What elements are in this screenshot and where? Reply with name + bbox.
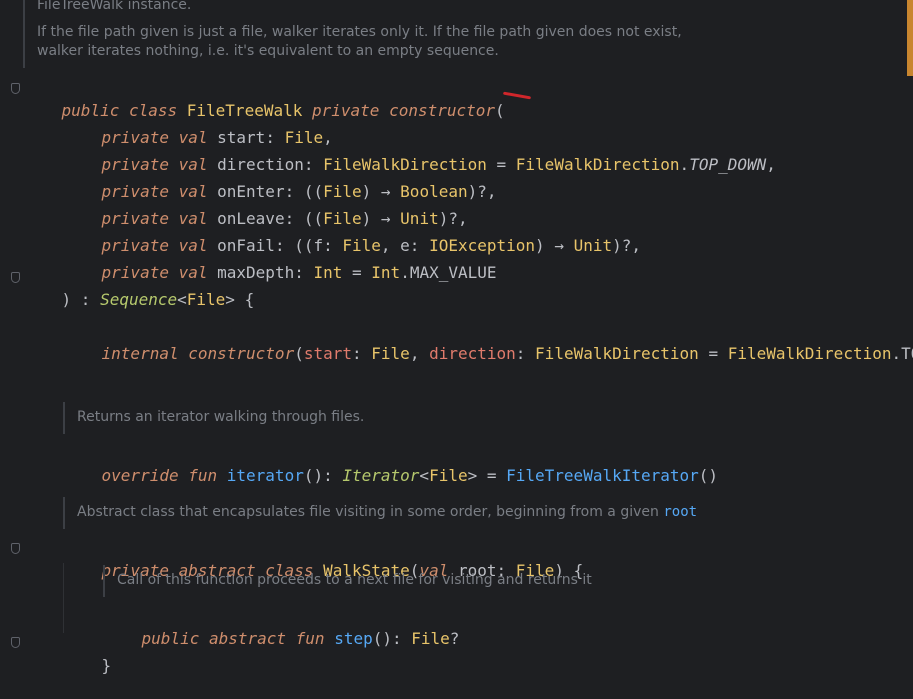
fold-icon[interactable]: [11, 83, 20, 94]
punctuation: > =: [467, 466, 507, 485]
punctuation: ():: [372, 629, 412, 648]
punctuation: ) :: [61, 290, 101, 309]
type-name[interactable]: File: [371, 344, 410, 363]
doc-comment-bar: [63, 402, 65, 434]
type-name[interactable]: File: [187, 290, 226, 309]
keyword: constructor: [188, 344, 295, 363]
scrollbar-marker[interactable]: [907, 0, 913, 76]
code-line[interactable]: private val direction: FileWalkDirection…: [63, 132, 776, 174]
punctuation: ?: [449, 629, 460, 648]
code-line[interactable]: }: [63, 633, 112, 675]
punctuation: ,: [409, 344, 430, 363]
closing-brace: }: [101, 656, 112, 675]
red-annotation-mark: [502, 91, 532, 100]
code-line[interactable]: private abstract class WalkState(val roo…: [63, 538, 584, 580]
keyword: override fun: [101, 466, 218, 485]
punctuation: )?,: [467, 182, 497, 201]
function-name[interactable]: iterator: [227, 466, 304, 485]
code-line[interactable]: private val start: File,: [63, 105, 333, 147]
doc-code-reference[interactable]: root: [663, 504, 697, 520]
punctuation: :: [294, 263, 314, 282]
keyword: private constructor: [312, 101, 496, 120]
fold-icon[interactable]: [11, 543, 20, 554]
punctuation: =: [342, 263, 372, 282]
punctuation: (: [294, 344, 304, 363]
type-name[interactable]: Int: [371, 263, 400, 282]
function-name[interactable]: step: [334, 629, 373, 648]
type-name[interactable]: FileWalkDirection: [728, 344, 892, 363]
punctuation: <: [177, 290, 187, 309]
doc-comment: Abstract class that encapsulates file vi…: [77, 504, 698, 520]
type-name[interactable]: Unit: [574, 236, 613, 255]
constant: .MAX_VALUE: [400, 263, 497, 282]
doc-comment: Call of this function proceeds to a next…: [117, 572, 592, 588]
punctuation: ,: [766, 155, 776, 174]
code-line[interactable]: private val onLeave: ((File) → Unit)?,: [63, 186, 468, 228]
fold-icon[interactable]: [11, 637, 20, 648]
code-line[interactable]: private val onEnter: ((File) → Boolean)?…: [63, 159, 497, 201]
interface-name[interactable]: Iterator: [342, 466, 419, 485]
punctuation: :: [352, 344, 372, 363]
doc-comment-bar: [103, 565, 105, 597]
punctuation: (: [495, 101, 505, 120]
punctuation: .TO: [891, 344, 913, 363]
punctuation: ():: [303, 466, 343, 485]
code-line[interactable]: private val onFail: ((f: File, e: IOExce…: [63, 213, 641, 255]
doc-comment-bar: [63, 497, 65, 529]
function-call[interactable]: FileTreeWalkIterator: [506, 466, 699, 485]
doc-comment: Returns an iterator walking through file…: [77, 409, 365, 425]
code-line[interactable]: ) : Sequence<File> {: [23, 267, 255, 309]
code-line[interactable]: public class FileTreeWalk private constr…: [23, 78, 505, 120]
fold-icon[interactable]: [11, 272, 20, 283]
doc-comment-title: FileTreeWalk instance.: [37, 0, 192, 13]
punctuation: =: [698, 344, 728, 363]
punctuation: ) →: [535, 236, 574, 255]
punctuation: )?,: [612, 236, 642, 255]
code-line[interactable]: override fun iterator(): Iterator<File> …: [63, 443, 719, 485]
keyword: internal: [101, 344, 179, 363]
type-name[interactable]: File: [411, 629, 450, 648]
doc-comment-line: If the file path given is just a file, w…: [37, 24, 682, 40]
type-name[interactable]: File: [429, 466, 468, 485]
code-line[interactable]: public abstract fun step(): File?: [103, 606, 460, 648]
interface-name[interactable]: Sequence: [100, 290, 177, 309]
code-editor[interactable]: FileTreeWalk instance. If the file path …: [0, 0, 913, 675]
doc-comment-bar: [23, 0, 25, 68]
code-line[interactable]: private val maxDepth: Int = Int.MAX_VALU…: [63, 240, 497, 282]
doc-comment-line: walker iterates nothing, i.e. it's equiv…: [37, 43, 499, 59]
code-line[interactable]: internal constructor(start: File, direct…: [63, 321, 913, 363]
parameter: start: [303, 344, 353, 363]
punctuation: <: [419, 466, 430, 485]
keyword: public abstract fun: [141, 629, 325, 648]
punctuation: > {: [225, 290, 255, 309]
enum-constant[interactable]: TOP_DOWN: [689, 155, 766, 174]
punctuation: :: [515, 344, 536, 363]
type-name[interactable]: FileWalkDirection: [516, 155, 680, 174]
punctuation: .: [679, 155, 690, 174]
type-name[interactable]: FileWalkDirection: [535, 344, 699, 363]
punctuation: (): [698, 466, 719, 485]
type-name[interactable]: Int: [313, 263, 342, 282]
parameter: direction: [429, 344, 516, 363]
